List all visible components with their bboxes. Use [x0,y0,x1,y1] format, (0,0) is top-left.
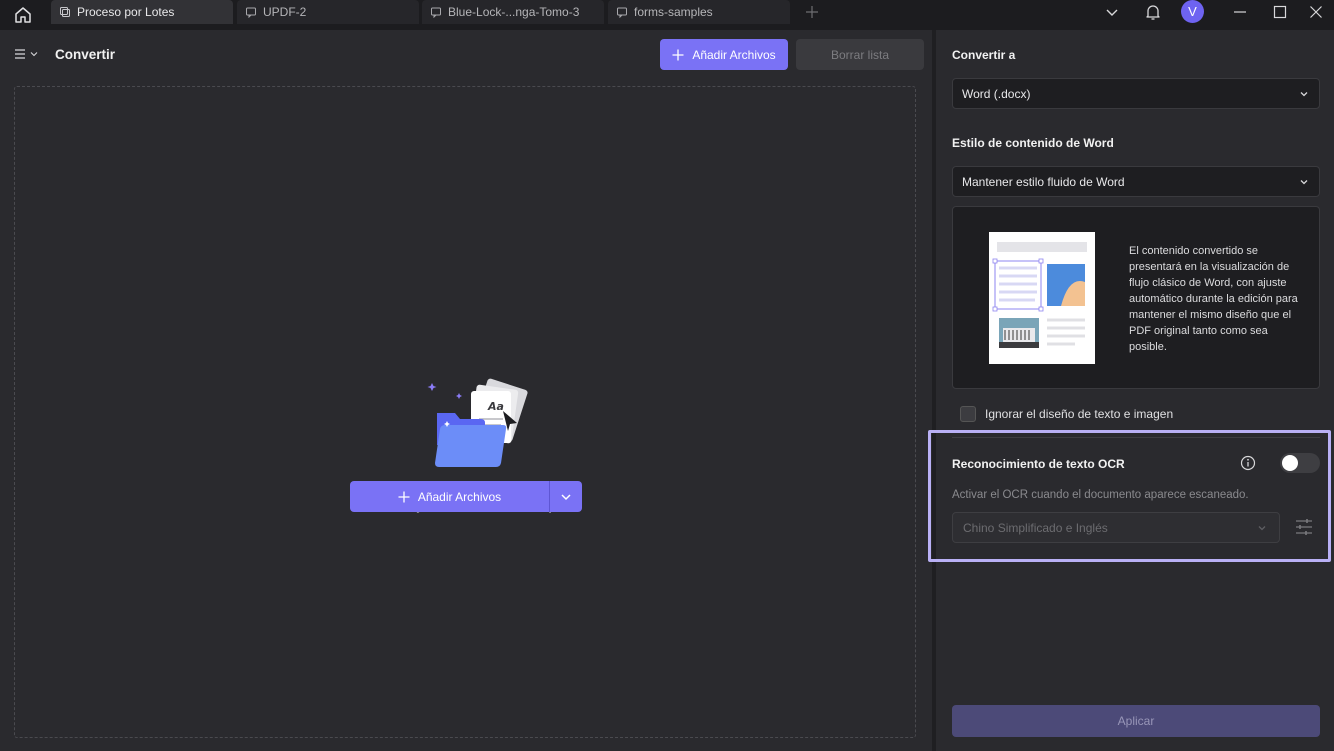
ignore-layout-checkbox[interactable] [960,406,976,422]
tab-updf-2[interactable]: UPDF-2 [237,0,419,24]
maximize-button[interactable] [1262,0,1298,24]
minimize-button[interactable] [1222,0,1258,24]
tab-forms-samples[interactable]: forms-samples [608,0,790,24]
chevron-down-icon [1300,179,1308,184]
format-select[interactable]: Word (.docx) [952,78,1320,109]
chevron-down-icon [30,52,38,57]
batch-icon [60,7,70,17]
style-preview: El contenido convertido se presentará en… [952,206,1320,389]
word-style-label: Estilo de contenido de Word [952,136,1114,150]
tab-label: forms-samples [634,5,713,19]
tab-batch[interactable]: Proceso por Lotes [51,0,233,24]
home-button[interactable] [0,0,46,30]
minimize-icon [1234,11,1246,13]
user-avatar[interactable]: V [1181,0,1204,23]
ocr-highlight-frame [928,430,1331,562]
add-files-button[interactable]: Añadir Archivos [660,39,788,70]
hamburger-icon [15,49,25,59]
file-drop-zone[interactable]: Aa Arrastre y suelte los archivos aquí. … [14,86,916,738]
tab-label: Proceso por Lotes [77,5,175,19]
add-files-label: Añadir Archivos [692,47,776,62]
maximize-icon [1273,5,1287,19]
page-title: Convertir [55,47,116,62]
word-style-select[interactable]: Mantener estilo fluido de Word [952,166,1320,197]
tab-label: UPDF-2 [263,5,307,19]
word-style-value: Mantener estilo fluido de Word [962,174,1125,189]
plus-icon [672,49,684,60]
settings-panel: Convertir a Word (.docx) Estilo de conte… [936,30,1334,751]
folder-documents-illustration: Aa [427,378,528,467]
document-icon [617,7,627,18]
close-button[interactable] [1298,0,1334,24]
tabs-dropdown-button[interactable] [1094,0,1130,24]
add-files-split-button[interactable]: Añadir Archivos [350,481,582,512]
notifications-button[interactable] [1135,0,1171,24]
plus-icon [806,6,818,18]
apply-button[interactable]: Aplicar [952,705,1320,737]
apply-label: Aplicar [1117,714,1155,728]
word-layout-preview-image [989,232,1095,364]
convert-panel: Convertir Añadir Archivos Borrar lista A… [0,30,932,751]
title-bar: Proceso por Lotes UPDF-2 Blue-Lock-...ng… [0,0,1334,30]
clear-list-label: Borrar lista [830,47,889,62]
bell-icon [1146,5,1160,20]
ignore-layout-option[interactable]: Ignorar el diseño de texto e imagen [960,406,1173,422]
add-files-center-label: Añadir Archivos [417,489,502,504]
tab-blue-lock[interactable]: Blue-Lock-...nga-Tomo-3 [422,0,604,24]
chevron-down-icon [561,493,571,500]
document-icon [246,7,256,18]
ignore-layout-label: Ignorar el diseño de texto e imagen [985,407,1174,421]
document-icon [431,7,441,18]
chevron-down-icon [1106,9,1118,16]
tab-label: Blue-Lock-...nga-Tomo-3 [448,5,580,19]
clear-list-button[interactable]: Borrar lista [796,39,924,70]
close-icon [1310,6,1322,18]
style-description: El contenido convertido se presentará en… [1129,245,1298,353]
menu-button[interactable] [14,46,42,62]
new-tab-button[interactable] [802,2,822,22]
home-icon [15,7,31,23]
add-files-options-button[interactable] [550,481,582,512]
plus-icon [398,491,410,502]
svg-text:Aa: Aa [487,400,504,413]
convert-to-label: Convertir a [952,48,1016,62]
chevron-down-icon [1300,91,1308,96]
format-select-value: Word (.docx) [962,86,1031,101]
add-files-center-button[interactable]: Añadir Archivos [350,481,550,512]
